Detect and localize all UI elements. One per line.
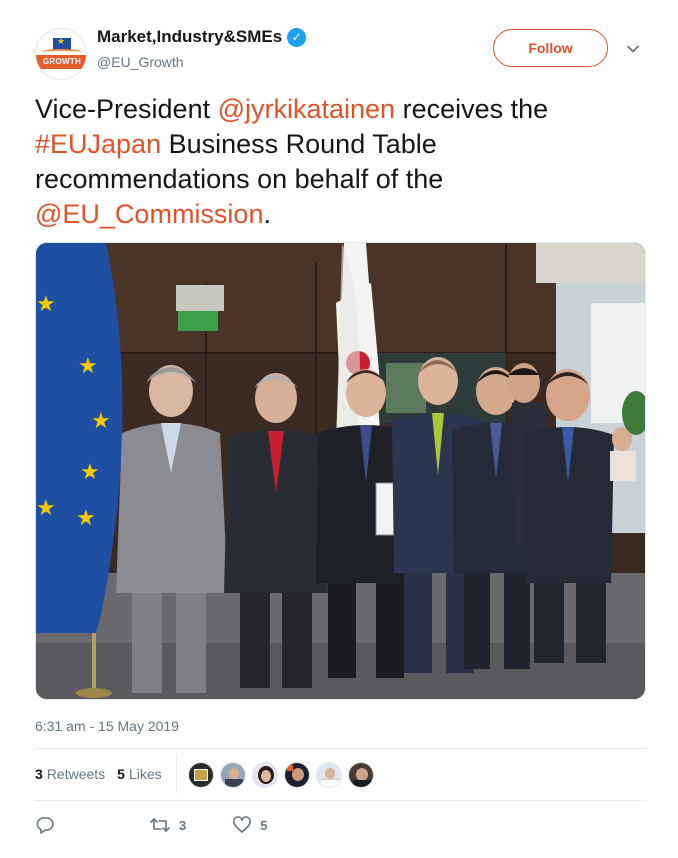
hashtag-link[interactable]: #EUJapan xyxy=(35,129,161,159)
chevron-down-icon[interactable] xyxy=(626,42,640,56)
reply-action[interactable] xyxy=(35,815,63,835)
account-name-row: Market,Industry&SMEs ✓ xyxy=(97,27,307,47)
retweet-action[interactable]: 3 xyxy=(149,815,186,835)
tweet-photo[interactable]: ★ ★ ★ ★ ★ ★ xyxy=(35,242,646,700)
like-action[interactable]: 5 xyxy=(232,815,267,835)
svg-text:★: ★ xyxy=(36,496,56,521)
tweet-card: GROWTH Market,Industry&SMEs ✓ @EU_Growth… xyxy=(0,0,678,858)
avatar-label: GROWTH xyxy=(36,55,86,69)
liker-avatar[interactable] xyxy=(348,762,374,788)
account-display-name[interactable]: Market,Industry&SMEs xyxy=(97,27,282,47)
tweet-timestamp[interactable]: 6:31 am - 15 May 2019 xyxy=(35,718,179,734)
tweet-actions: 3 5 xyxy=(35,815,313,835)
mention-link[interactable]: @jyrkikatainen xyxy=(218,94,395,124)
tweet-text-segment: Vice-President xyxy=(35,94,218,124)
account-handle[interactable]: @EU_Growth xyxy=(97,54,184,70)
likes-stat[interactable]: 5 Likes xyxy=(117,766,161,782)
divider xyxy=(35,748,646,749)
like-count: 5 xyxy=(260,817,268,833)
liker-avatar[interactable] xyxy=(284,762,310,788)
heart-icon xyxy=(233,816,252,833)
group-photo-image: ★ ★ ★ ★ ★ ★ xyxy=(36,243,645,699)
tweet-text: Vice-President @jyrkikatainen receives t… xyxy=(35,92,645,232)
divider xyxy=(35,800,646,801)
retweets-label: Retweets xyxy=(46,766,106,782)
liker-avatar[interactable] xyxy=(252,762,278,788)
liker-avatar[interactable] xyxy=(188,762,214,788)
retweets-count: 3 xyxy=(35,766,43,782)
svg-text:★: ★ xyxy=(76,506,96,531)
svg-text:★: ★ xyxy=(36,292,56,317)
mention-link[interactable]: @EU_Commission xyxy=(35,199,263,229)
retweet-icon xyxy=(150,818,170,832)
liker-avatar[interactable] xyxy=(220,762,246,788)
tweet-text-segment: receives the xyxy=(395,94,549,124)
liker-avatar[interactable] xyxy=(316,762,342,788)
reply-icon xyxy=(36,817,54,834)
likes-count: 5 xyxy=(117,766,125,782)
retweets-stat[interactable]: 3 Retweets xyxy=(35,766,105,782)
tweet-stats: 3 Retweets 5 Likes xyxy=(35,766,174,782)
retweet-count: 3 xyxy=(179,817,187,833)
verified-badge-icon: ✓ xyxy=(287,27,307,47)
likes-label: Likes xyxy=(128,766,162,782)
liker-avatars xyxy=(188,762,374,788)
svg-text:★: ★ xyxy=(91,409,111,434)
tweet-text-segment: . xyxy=(263,199,271,229)
follow-button[interactable]: Follow xyxy=(493,29,608,67)
svg-text:★: ★ xyxy=(78,354,98,379)
svg-text:★: ★ xyxy=(80,460,100,485)
account-avatar[interactable]: GROWTH xyxy=(35,28,87,80)
stats-separator xyxy=(176,754,177,794)
